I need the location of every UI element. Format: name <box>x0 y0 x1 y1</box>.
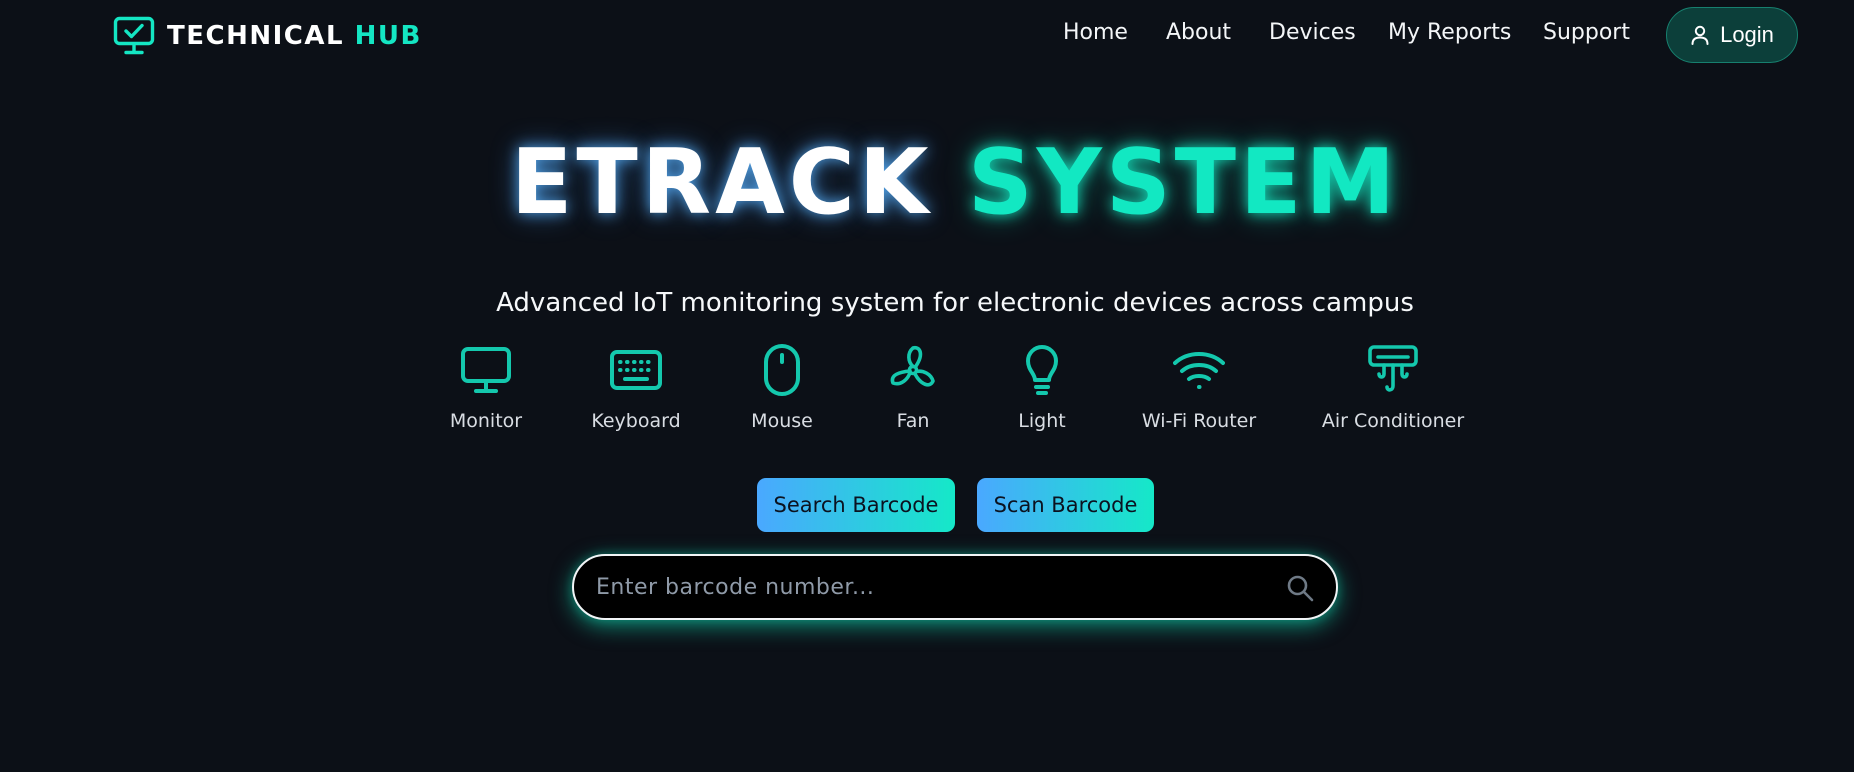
device-keyboard[interactable]: Keyboard <box>556 344 716 432</box>
device-label-wifi-router: Wi-Fi Router <box>1141 410 1257 432</box>
monitor-icon <box>406 344 566 396</box>
navbar: TECHNICAL HUB Home About Devices My Repo… <box>0 0 1854 70</box>
monitor-check-icon <box>113 16 155 56</box>
barcode-search-box <box>572 554 1338 620</box>
search-icon[interactable] <box>1286 574 1314 602</box>
barcode-input[interactable] <box>594 556 1254 618</box>
hero-title-main: ETRACK <box>510 130 968 235</box>
nav-link-my-reports[interactable]: My Reports <box>1388 20 1511 45</box>
hero-title: ETRACK SYSTEM <box>0 128 1854 238</box>
device-air-conditioner[interactable]: Air Conditioner <box>1313 344 1473 432</box>
brand-name-accent: HUB <box>354 21 422 51</box>
device-label-light: Light <box>1018 410 1066 432</box>
wifi-icon <box>1119 344 1279 396</box>
device-monitor[interactable]: Monitor <box>406 344 566 432</box>
nav-link-home[interactable]: Home <box>1063 20 1128 45</box>
device-label-keyboard: Keyboard <box>591 410 681 432</box>
nav-link-devices[interactable]: Devices <box>1269 20 1356 45</box>
air-conditioner-icon <box>1313 344 1473 396</box>
user-icon <box>1690 24 1710 46</box>
device-label-air-conditioner: Air Conditioner <box>1321 410 1465 432</box>
hero-title-accent: SYSTEM <box>967 130 1400 235</box>
device-light[interactable]: Light <box>962 344 1122 432</box>
login-label: Login <box>1720 22 1774 47</box>
nav-link-about[interactable]: About <box>1166 20 1231 45</box>
search-barcode-button[interactable]: Search Barcode <box>757 478 955 532</box>
nav-link-support[interactable]: Support <box>1543 20 1630 45</box>
brand-name: TECHNICAL HUB <box>167 21 422 51</box>
device-wifi-router[interactable]: Wi-Fi Router <box>1119 344 1279 432</box>
keyboard-icon <box>556 344 716 396</box>
brand-name-main: TECHNICAL <box>167 21 355 51</box>
lightbulb-icon <box>962 344 1122 396</box>
login-button[interactable]: Login <box>1666 7 1798 63</box>
scan-barcode-button[interactable]: Scan Barcode <box>977 478 1154 532</box>
device-label-monitor: Monitor <box>449 410 523 432</box>
brand-logo[interactable]: TECHNICAL HUB <box>113 16 422 56</box>
hero-subtitle: Advanced IoT monitoring system for elect… <box>496 288 1414 318</box>
